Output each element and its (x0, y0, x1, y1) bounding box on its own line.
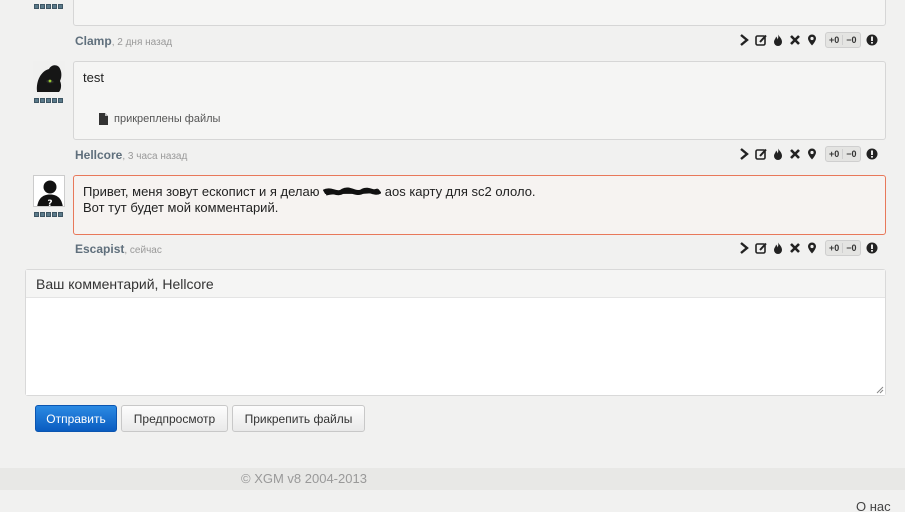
pin-icon[interactable] (804, 147, 819, 162)
attachments-label: прикреплены файлы (114, 113, 221, 125)
delete-icon[interactable] (787, 147, 802, 162)
footer-bar (0, 468, 905, 490)
comment-meta-clamp: Clamp, 2 дня назад (75, 32, 172, 50)
vote-plus-button[interactable]: +0 (826, 35, 842, 45)
fire-icon[interactable] (770, 33, 785, 48)
vote-plus-button[interactable]: +0 (826, 243, 842, 253)
avatar[interactable] (33, 61, 65, 93)
comment-actions: +0 −0 (736, 240, 880, 256)
vote-minus-button[interactable]: −0 (842, 149, 859, 159)
copyright: © XGM v8 2004-2013 (241, 471, 367, 486)
vote-box: +0 −0 (825, 146, 861, 162)
vote-minus-button[interactable]: −0 (842, 35, 859, 45)
author-link[interactable]: Clamp (75, 34, 112, 48)
avatar[interactable]: ? (33, 175, 65, 207)
rank-indicator (34, 98, 63, 103)
comment-meta-hellcore: Hellcore, 3 часа назад (75, 146, 187, 164)
file-icon (99, 113, 108, 125)
vote-box: +0 −0 (825, 32, 861, 48)
fire-icon[interactable] (770, 147, 785, 162)
timestamp: , 3 часа назад (122, 151, 188, 162)
comment-bubble-clamp (73, 0, 886, 26)
pin-icon[interactable] (804, 33, 819, 48)
timestamp: , сейчас (124, 245, 162, 256)
comment-form-heading: Ваш комментарий, Hellcore (26, 270, 885, 298)
comment-textarea[interactable] (26, 298, 885, 395)
comment-line-1: Привет, меня зовут ескопист и я делаю ao… (83, 184, 536, 200)
attach-files-button[interactable]: Прикрепить файлы (232, 405, 365, 432)
submit-button[interactable]: Отправить (35, 405, 117, 432)
rank-indicator (34, 212, 63, 217)
about-link[interactable]: О нас (856, 499, 891, 512)
fire-icon[interactable] (770, 241, 785, 256)
report-icon[interactable] (865, 147, 880, 162)
pin-icon[interactable] (804, 241, 819, 256)
svg-text:?: ? (47, 199, 52, 207)
edit-icon[interactable] (753, 147, 768, 162)
comment-text: test (83, 70, 104, 85)
edit-icon[interactable] (753, 33, 768, 48)
comment-meta-escapist: Escapist, сейчас (75, 240, 162, 258)
comment-actions: +0 −0 (736, 146, 880, 162)
comment-bubble-hellcore: test прикреплены файлы (73, 61, 886, 140)
comment-line-1-start: Привет, меня зовут ескопист и я делаю (83, 184, 320, 199)
delete-icon[interactable] (787, 241, 802, 256)
comment-line-1-end: aos карту для sc2 ололо. (384, 184, 536, 199)
author-link[interactable]: Hellcore (75, 148, 122, 162)
reply-icon[interactable] (736, 147, 751, 162)
comment-actions: +0 −0 (736, 32, 880, 48)
vote-minus-button[interactable]: −0 (842, 243, 859, 253)
comment-bubble-escapist: Привет, меня зовут ескопист и я делаю ao… (73, 175, 886, 235)
attachments[interactable]: прикреплены файлы (99, 113, 220, 125)
rank-indicator (34, 4, 63, 9)
report-icon[interactable] (865, 241, 880, 256)
vote-plus-button[interactable]: +0 (826, 149, 842, 159)
comment-line-2: Вот тут будет мой комментарий. (83, 200, 279, 215)
comment-form-username: Hellcore (162, 276, 214, 292)
resize-handle-icon[interactable] (875, 385, 884, 394)
delete-icon[interactable] (787, 33, 802, 48)
report-icon[interactable] (865, 33, 880, 48)
preview-button[interactable]: Предпросмотр (121, 405, 228, 432)
comment-form: Ваш комментарий, Hellcore (25, 269, 886, 396)
edit-icon[interactable] (753, 241, 768, 256)
author-link[interactable]: Escapist (75, 242, 124, 256)
comment-form-heading-text: Ваш комментарий, (36, 276, 159, 292)
redacted-scribble (322, 186, 382, 198)
reply-icon[interactable] (736, 241, 751, 256)
reply-icon[interactable] (736, 33, 751, 48)
vote-box: +0 −0 (825, 240, 861, 256)
comment-text: Привет, меня зовут ескопист и я делаю ao… (83, 184, 536, 216)
timestamp: , 2 дня назад (111, 37, 173, 48)
